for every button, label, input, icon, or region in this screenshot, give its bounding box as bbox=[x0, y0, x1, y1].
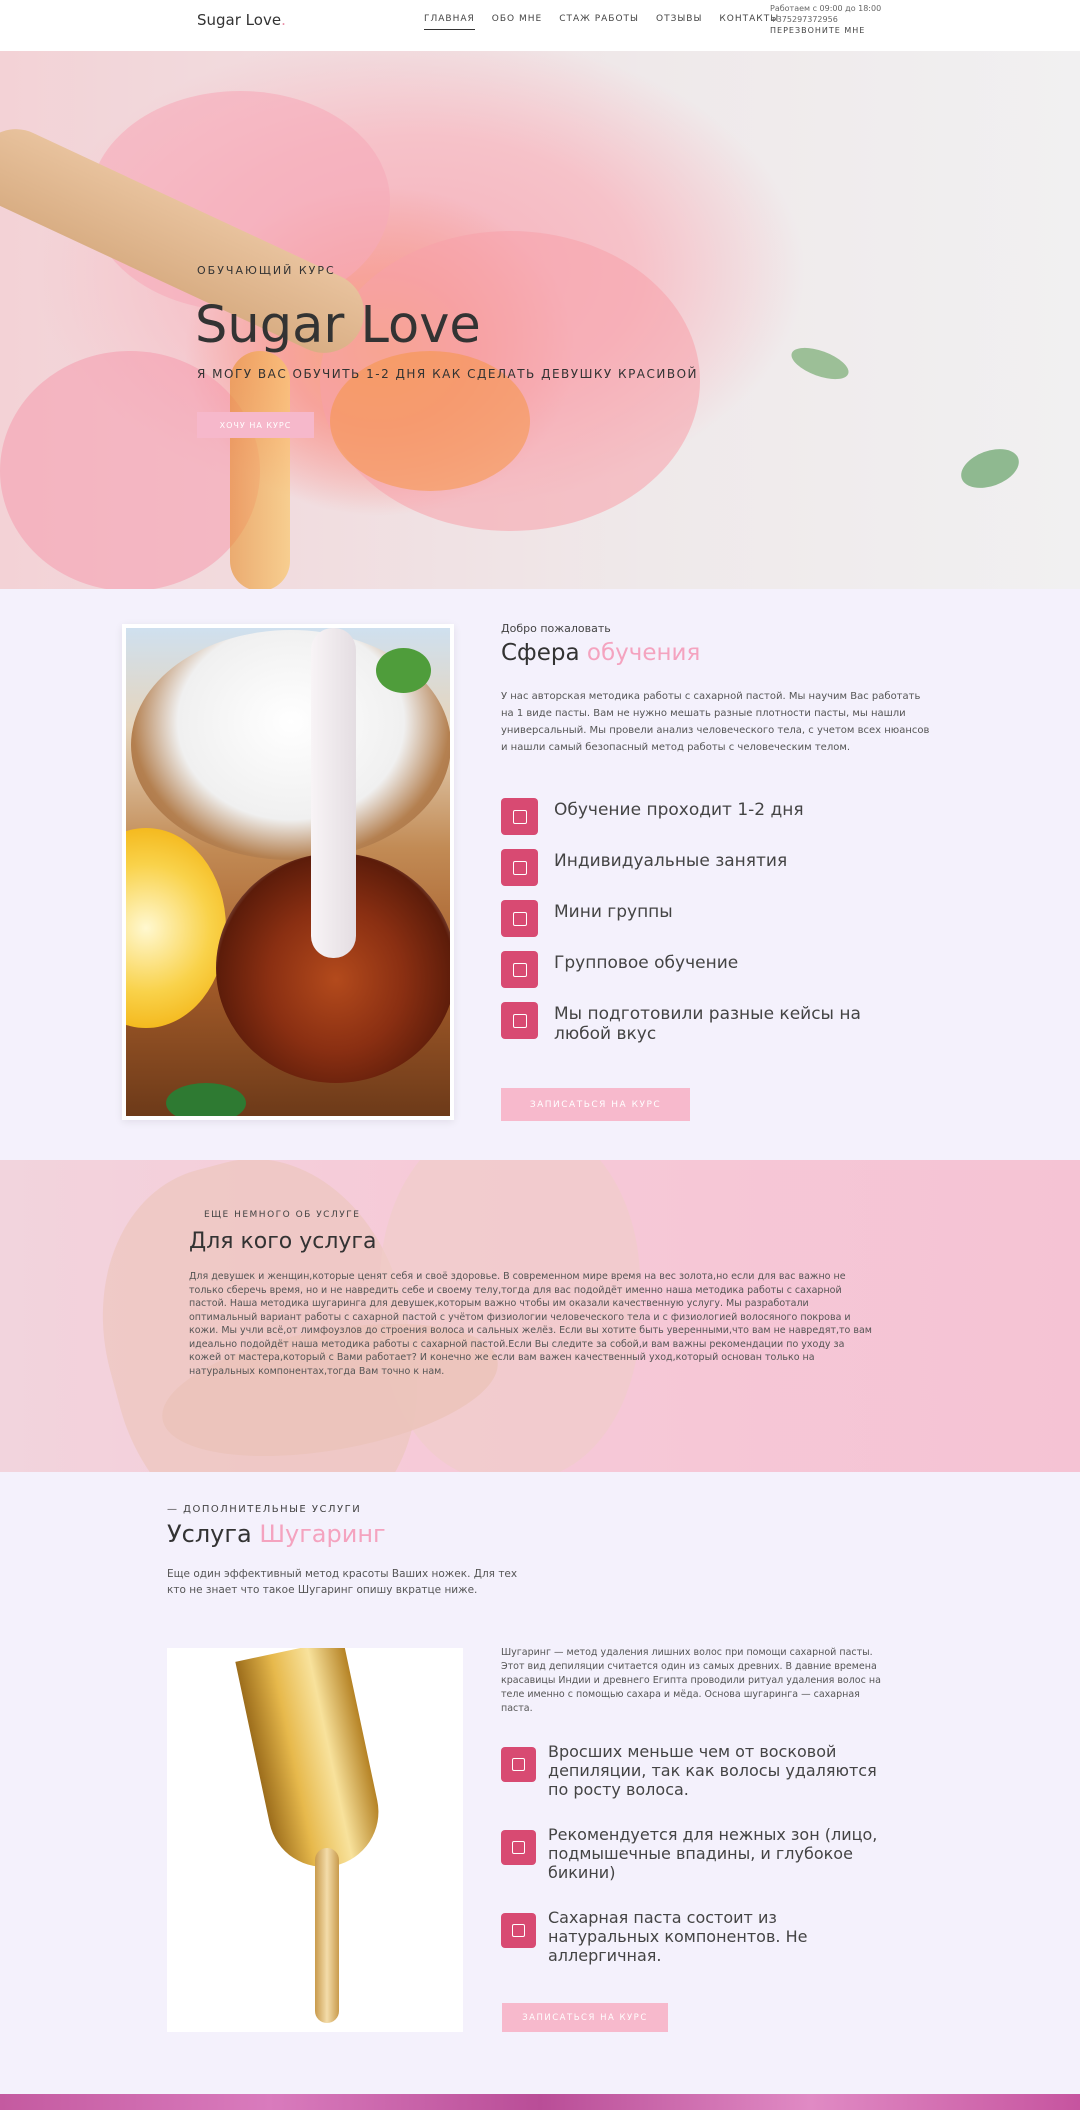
hero-subtitle: ОБУЧАЮЩИЙ КУРС bbox=[197, 264, 336, 277]
feature-item: Обучение проходит 1-2 дня bbox=[501, 798, 921, 836]
sugaring-feature-list: Вросших меньше чем от восковой депиляции… bbox=[501, 1742, 891, 1991]
sphere-title: Сфера обучения bbox=[501, 640, 701, 666]
audience-description: Для девушек и женщин,которые ценят себя … bbox=[189, 1271, 872, 1377]
sugaring-description: Шугаринг — метод удаления лишних волос п… bbox=[501, 1647, 881, 1714]
hero-tagline: Я МОГУ ВАС ОБУЧИТЬ 1-2 ДНЯ КАК СДЕЛАТЬ Д… bbox=[197, 367, 699, 381]
image-icon bbox=[501, 1747, 536, 1782]
audience-subtitle: ЕЩЕ НЕМНОГО ОБ УСЛУГЕ bbox=[204, 1210, 361, 1220]
welcome-label: Добро пожаловать bbox=[501, 622, 611, 635]
layout-icon bbox=[501, 1830, 536, 1865]
contact-block: Работаем с 09:00 до 18:00 +375297372956 … bbox=[770, 3, 881, 36]
hero-leaf-decoration bbox=[955, 441, 1025, 496]
hero-title: Sugar Love bbox=[195, 296, 481, 355]
extra-services-subtitle: — ДОПОЛНИТЕЛЬНЫЕ УСЛУГИ bbox=[167, 1504, 362, 1515]
feature-item: Рекомендуется для нежных зон (лицо, подм… bbox=[501, 1825, 891, 1882]
feature-item: Индивидуальные занятия bbox=[501, 849, 921, 887]
lemon-image bbox=[126, 828, 226, 1028]
callback-link[interactable]: ПЕРЕЗВОНИТЕ МНЕ bbox=[770, 25, 881, 36]
hero-petal-decoration bbox=[0, 351, 260, 589]
honey-dipper-image bbox=[235, 1648, 389, 1878]
mint-leaf-image bbox=[376, 648, 431, 693]
signup-sugaring-button[interactable]: ЗАПИСАТЬСЯ НА КУРС bbox=[502, 2003, 668, 2032]
audience-title: Для кого услуга bbox=[189, 1229, 377, 1254]
honey-dipper-photo bbox=[167, 1648, 463, 2032]
sphere-description: У нас авторская методика работы с сахарн… bbox=[501, 691, 930, 753]
utensils-icon bbox=[501, 1002, 538, 1039]
sphere-feature-list: Обучение проходит 1-2 дня Индивидуальные… bbox=[501, 798, 921, 1057]
site-logo[interactable]: Sugar Love. bbox=[197, 11, 286, 29]
nav-item-home[interactable]: ГЛАВНАЯ bbox=[424, 14, 475, 30]
hero-banner bbox=[0, 51, 1080, 589]
sugar-paste-photo bbox=[122, 624, 454, 1120]
extra-services-title: Услуга Шугаринг bbox=[167, 1520, 386, 1548]
feature-item: Групповое обучение bbox=[501, 951, 921, 989]
image-icon bbox=[501, 798, 538, 835]
utensils-icon bbox=[501, 951, 538, 988]
feature-item: Вросших меньше чем от восковой депиляции… bbox=[501, 1742, 891, 1799]
spatula-image bbox=[311, 628, 356, 958]
working-hours: Работаем с 09:00 до 18:00 bbox=[770, 4, 882, 13]
main-nav: ГЛАВНАЯ ОБО МНЕ СТАЖ РАБОТЫ ОТЗЫВЫ КОНТА… bbox=[424, 14, 796, 30]
hero-leaf-decoration bbox=[787, 341, 853, 386]
feature-item: Мини группы bbox=[501, 900, 921, 938]
nav-item-experience[interactable]: СТАЖ РАБОТЫ bbox=[559, 14, 639, 30]
extra-services-intro: Еще один эффективный метод красоты Ваших… bbox=[167, 1568, 518, 1596]
nav-item-about[interactable]: ОБО МНЕ bbox=[492, 14, 542, 30]
hero-sugar-paste-drip bbox=[230, 351, 290, 589]
honey-drip-image bbox=[315, 1848, 339, 2023]
join-course-button[interactable]: ХОЧУ НА КУРС bbox=[197, 412, 314, 438]
phone-number[interactable]: +375297372956 bbox=[770, 14, 881, 25]
site-header: Sugar Love. ГЛАВНАЯ ОБО МНЕ СТАЖ РАБОТЫ … bbox=[0, 0, 1080, 51]
camera-icon bbox=[501, 900, 538, 937]
camera-icon bbox=[501, 1913, 536, 1948]
signup-course-button[interactable]: ЗАПИСАТЬСЯ НА КУРС bbox=[501, 1088, 690, 1121]
feature-item: Мы подготовили разные кейсы на любой вку… bbox=[501, 1002, 921, 1044]
footer-image-strip bbox=[0, 2094, 1080, 2110]
nav-item-reviews[interactable]: ОТЗЫВЫ bbox=[656, 14, 702, 30]
mint-leaf-image bbox=[166, 1083, 246, 1116]
feature-item: Сахарная паста состоит из натуральных ко… bbox=[501, 1908, 891, 1965]
layout-icon bbox=[501, 849, 538, 886]
